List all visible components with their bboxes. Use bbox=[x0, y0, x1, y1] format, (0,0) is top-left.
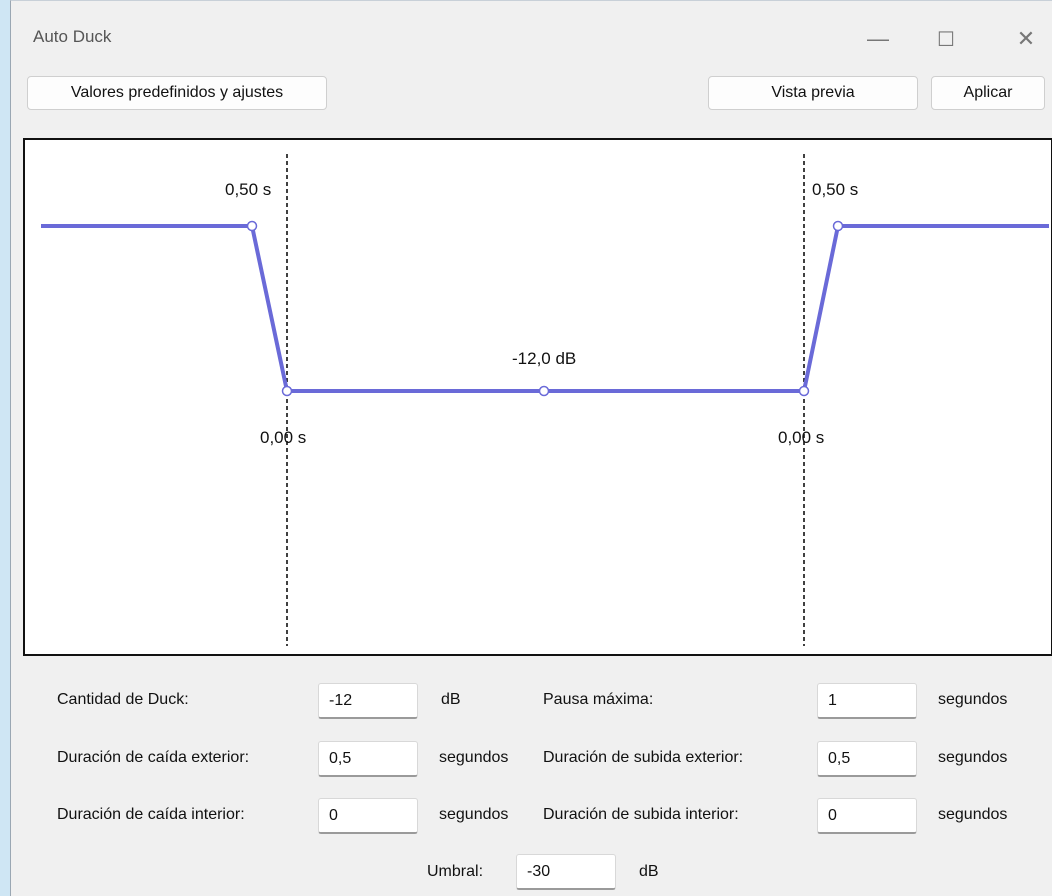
duck-envelope-graph[interactable]: 0,50 s 0,50 s -12,0 dB 0,00 s 0,00 s bbox=[23, 138, 1052, 656]
auto-duck-dialog: Auto Duck — ☐ ✕ Valores predefinidos y a… bbox=[10, 0, 1052, 896]
outer-fade-down-label-text: Duración de caída exterior: bbox=[57, 749, 250, 766]
duck-amount-input[interactable] bbox=[318, 683, 418, 719]
preview-button[interactable]: Vista previa bbox=[708, 76, 918, 110]
outer-fade-down-handle[interactable] bbox=[246, 220, 258, 232]
outer-fade-down-unit: segundos bbox=[439, 749, 509, 766]
outer-fade-up-handle[interactable] bbox=[832, 220, 844, 232]
presets-button[interactable]: Valores predefinidos y ajustes bbox=[27, 76, 327, 110]
window-title: Auto Duck bbox=[33, 27, 112, 46]
maximize-icon[interactable]: ☐ bbox=[923, 21, 969, 57]
inner-fade-down-unit: segundos bbox=[439, 806, 509, 823]
max-pause-label: Pausa máxima: bbox=[543, 691, 654, 708]
envelope-svg[interactable]: 0,50 s 0,50 s -12,0 dB 0,00 s 0,00 s bbox=[25, 140, 1052, 656]
max-pause-unit: segundos bbox=[938, 691, 1008, 708]
outer-fade-up-unit: segundos bbox=[938, 749, 1008, 766]
outer-fade-down-label: 0,50 s bbox=[225, 180, 271, 199]
threshold-input[interactable] bbox=[516, 854, 616, 890]
duck-amount-label: -12,0 dB bbox=[512, 349, 576, 368]
inner-fade-down-input[interactable] bbox=[318, 798, 418, 834]
inner-fade-down-handle[interactable] bbox=[281, 385, 293, 397]
inner-fade-up-label-text: Duración de subida interior: bbox=[543, 806, 739, 823]
outer-fade-up-label-text: Duración de subida exterior: bbox=[543, 749, 744, 766]
duck-amount-unit: dB bbox=[441, 691, 461, 708]
inner-fade-up-input[interactable] bbox=[817, 798, 917, 834]
duck-amount-handle[interactable] bbox=[538, 385, 550, 397]
title-bar[interactable]: Auto Duck — ☐ ✕ bbox=[11, 1, 1052, 69]
close-icon[interactable]: ✕ bbox=[1003, 21, 1049, 57]
threshold-label: Umbral: bbox=[427, 863, 484, 880]
inner-fade-down-label: 0,00 s bbox=[260, 428, 306, 447]
max-pause-input[interactable] bbox=[817, 683, 917, 719]
inner-fade-up-unit: segundos bbox=[938, 806, 1008, 823]
inner-fade-up-handle[interactable] bbox=[798, 385, 810, 397]
outer-fade-up-input[interactable] bbox=[817, 741, 917, 777]
inner-fade-down-label-text: Duración de caída interior: bbox=[57, 806, 245, 823]
outer-fade-up-label: 0,50 s bbox=[812, 180, 858, 199]
minimize-icon[interactable]: — bbox=[855, 21, 901, 57]
threshold-unit: dB bbox=[639, 863, 659, 880]
apply-button[interactable]: Aplicar bbox=[931, 76, 1045, 110]
duck-amount-label-text: Cantidad de Duck: bbox=[57, 691, 189, 708]
outer-fade-down-input[interactable] bbox=[318, 741, 418, 777]
inner-fade-up-label: 0,00 s bbox=[778, 428, 824, 447]
